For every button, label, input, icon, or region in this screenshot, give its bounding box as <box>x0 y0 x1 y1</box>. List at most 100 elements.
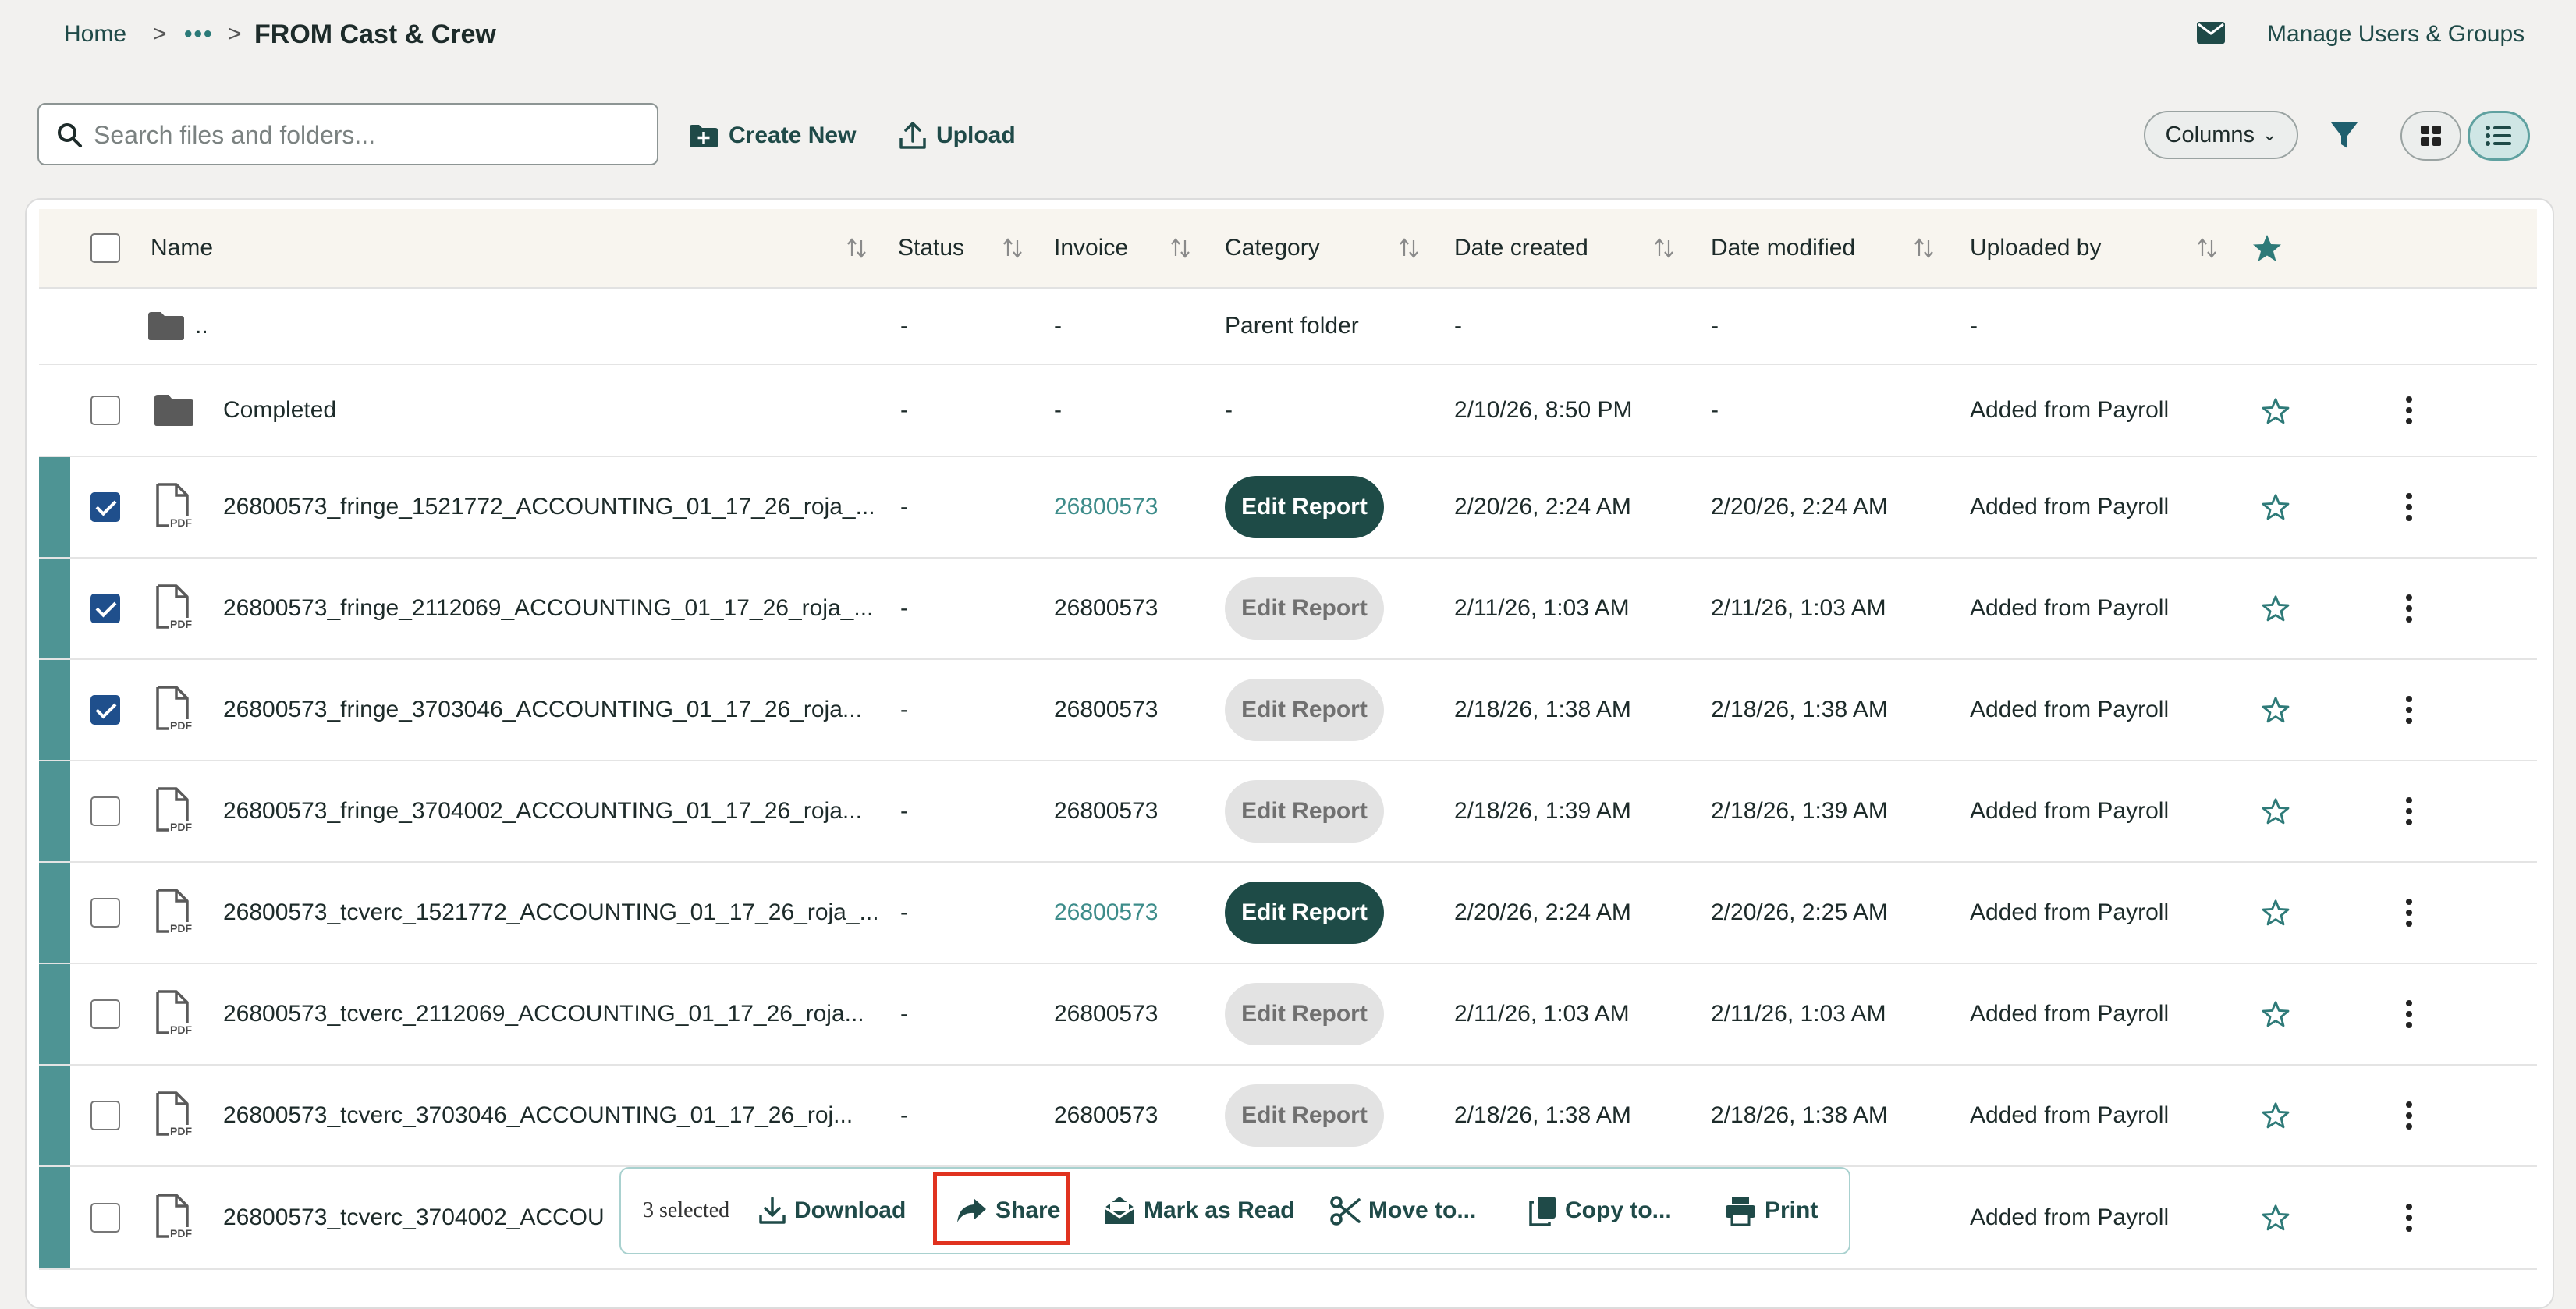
download-button[interactable]: Download <box>758 1169 906 1253</box>
row-status: - <box>900 798 908 824</box>
row-checkbox[interactable] <box>90 999 120 1029</box>
row-name[interactable]: 26800573_tcverc_1521772_ACCOUNTING_01_17… <box>223 863 879 963</box>
more-options-icon[interactable] <box>2406 396 2414 429</box>
more-options-icon[interactable] <box>2406 696 2414 729</box>
search-input[interactable] <box>92 115 641 154</box>
breadcrumb-home[interactable]: Home <box>64 17 126 51</box>
row-name[interactable]: Completed <box>223 365 336 456</box>
upload-button[interactable]: Upload <box>899 114 1016 158</box>
print-button[interactable]: Print <box>1724 1169 1818 1253</box>
more-options-icon[interactable] <box>2406 1204 2414 1236</box>
mark-as-read-button[interactable]: Mark as Read <box>1103 1169 1294 1253</box>
row-invoice: 26800573 <box>1054 1001 1158 1027</box>
svg-text:PDF: PDF <box>170 821 192 833</box>
row-name[interactable]: 26800573_tcverc_2112069_ACCOUNTING_01_17… <box>223 964 864 1064</box>
sort-icon[interactable] <box>844 236 869 261</box>
row-name[interactable]: 26800573_fringe_1521772_ACCOUNTING_01_17… <box>223 457 875 557</box>
sort-icon[interactable] <box>1911 236 1936 261</box>
row-checkbox[interactable] <box>90 396 120 425</box>
star-outline-icon[interactable] <box>2261 1203 2290 1233</box>
star-outline-icon[interactable] <box>2261 492 2290 522</box>
more-options-icon[interactable] <box>2406 1000 2414 1033</box>
sort-icon[interactable] <box>1168 236 1193 261</box>
breadcrumb-more[interactable]: ••• <box>184 17 214 51</box>
header-status[interactable]: Status <box>898 209 964 287</box>
manage-users-groups-link[interactable]: Manage Users & Groups <box>2267 17 2525 51</box>
row-checkbox[interactable] <box>90 796 120 826</box>
more-options-icon[interactable] <box>2406 899 2414 931</box>
row-date-modified: 2/20/26, 2:24 AM <box>1711 494 1888 520</box>
table-row[interactable]: PDF 26800573_tcverc_2112069_ACCOUNTING_0… <box>39 964 2537 1066</box>
list-view-toggle[interactable] <box>2468 111 2530 161</box>
pdf-file-icon: PDF <box>156 584 192 630</box>
svg-text:PDF: PDF <box>170 1125 192 1137</box>
header-invoice[interactable]: Invoice <box>1054 209 1128 287</box>
sort-icon[interactable] <box>1652 236 1677 261</box>
sort-icon[interactable] <box>1000 236 1025 261</box>
row-checkbox[interactable] <box>90 1203 120 1233</box>
row-status: - <box>900 1102 908 1128</box>
more-options-icon[interactable] <box>2406 1101 2414 1134</box>
select-all-checkbox[interactable] <box>90 233 120 263</box>
header-uploaded-by[interactable]: Uploaded by <box>1970 209 2101 287</box>
move-to-button[interactable]: Move to... <box>1329 1169 1476 1253</box>
row-date-created: 2/18/26, 1:39 AM <box>1454 798 1631 824</box>
star-outline-icon[interactable] <box>2261 898 2290 928</box>
sort-icon[interactable] <box>1396 236 1421 261</box>
row-checkbox[interactable] <box>90 898 120 928</box>
header-date-modified[interactable]: Date modified <box>1711 209 1855 287</box>
row-date-modified: - <box>1711 397 1719 423</box>
row-name[interactable]: 26800573_fringe_3704002_ACCOUNTING_01_17… <box>223 761 862 861</box>
header-category[interactable]: Category <box>1225 209 1320 287</box>
row-date-modified: 2/11/26, 1:03 AM <box>1711 595 1886 621</box>
header-name[interactable]: Name <box>151 209 213 287</box>
folder-plus-icon <box>690 125 718 147</box>
star-outline-icon[interactable] <box>2261 695 2290 725</box>
table-row-parent[interactable]: .. - - Parent folder - - - <box>39 289 2537 365</box>
row-checkbox[interactable] <box>90 492 120 522</box>
create-new-button[interactable]: Create New <box>688 114 856 158</box>
row-name[interactable]: 26800573_tcverc_3703046_ACCOUNTING_01_17… <box>223 1066 853 1165</box>
table-row[interactable]: PDF 26800573_fringe_2112069_ACCOUNTING_0… <box>39 559 2537 660</box>
envelope-icon[interactable] <box>2196 20 2226 45</box>
edit-report-button[interactable]: Edit Report <box>1225 476 1384 538</box>
row-status: - <box>900 697 908 722</box>
star-filled-icon[interactable] <box>2251 232 2283 264</box>
row-checkbox[interactable] <box>90 1101 120 1130</box>
more-options-icon[interactable] <box>2406 594 2414 627</box>
row-date-modified: 2/20/26, 2:25 AM <box>1711 899 1888 925</box>
filter-icon[interactable] <box>2329 120 2359 151</box>
table-row[interactable]: PDF 26800573_fringe_3703046_ACCOUNTING_0… <box>39 660 2537 761</box>
columns-dropdown[interactable]: Columns ⌄ <box>2144 111 2298 159</box>
star-outline-icon[interactable] <box>2261 999 2290 1029</box>
copy-to-label: Copy to... <box>1565 1197 1672 1223</box>
row-date-modified: 2/18/26, 1:38 AM <box>1711 1102 1888 1128</box>
row-checkbox[interactable] <box>90 594 120 623</box>
more-options-icon[interactable] <box>2406 493 2414 526</box>
row-name[interactable]: 26800573_fringe_3703046_ACCOUNTING_01_17… <box>223 660 862 760</box>
row-checkbox[interactable] <box>90 695 120 725</box>
table-row[interactable]: PDF 26800573_fringe_1521772_ACCOUNTING_0… <box>39 457 2537 559</box>
row-invoice[interactable]: 26800573 <box>1054 863 1158 963</box>
star-outline-icon[interactable] <box>2261 1101 2290 1130</box>
sort-icon[interactable] <box>2195 236 2219 261</box>
more-options-icon[interactable] <box>2406 797 2414 830</box>
copy-to-button[interactable]: Copy to... <box>1529 1169 1672 1253</box>
star-outline-icon[interactable] <box>2261 396 2290 426</box>
header-date-created[interactable]: Date created <box>1454 209 1588 287</box>
table-row[interactable]: PDF 26800573_tcverc_3703046_ACCOUNTING_0… <box>39 1066 2537 1167</box>
svg-text:PDF: PDF <box>170 719 192 732</box>
star-outline-icon[interactable] <box>2261 594 2290 623</box>
create-new-label: Create New <box>729 122 857 148</box>
download-icon <box>759 1197 786 1224</box>
table-row-folder[interactable]: Completed - - - 2/10/26, 8:50 PM - Added… <box>39 365 2537 457</box>
row-name[interactable]: 26800573_fringe_2112069_ACCOUNTING_01_17… <box>223 559 873 658</box>
table-row[interactable]: PDF 26800573_fringe_3704002_ACCOUNTING_0… <box>39 761 2537 863</box>
table-row[interactable]: PDF 26800573_tcverc_1521772_ACCOUNTING_0… <box>39 863 2537 964</box>
edit-report-button[interactable]: Edit Report <box>1225 882 1384 944</box>
row-name[interactable]: .. <box>195 289 208 364</box>
star-outline-icon[interactable] <box>2261 796 2290 826</box>
grid-view-toggle[interactable] <box>2400 111 2461 161</box>
row-name[interactable]: 26800573_tcverc_3704002_ACCOU <box>223 1167 605 1268</box>
row-invoice[interactable]: 26800573 <box>1054 457 1158 557</box>
